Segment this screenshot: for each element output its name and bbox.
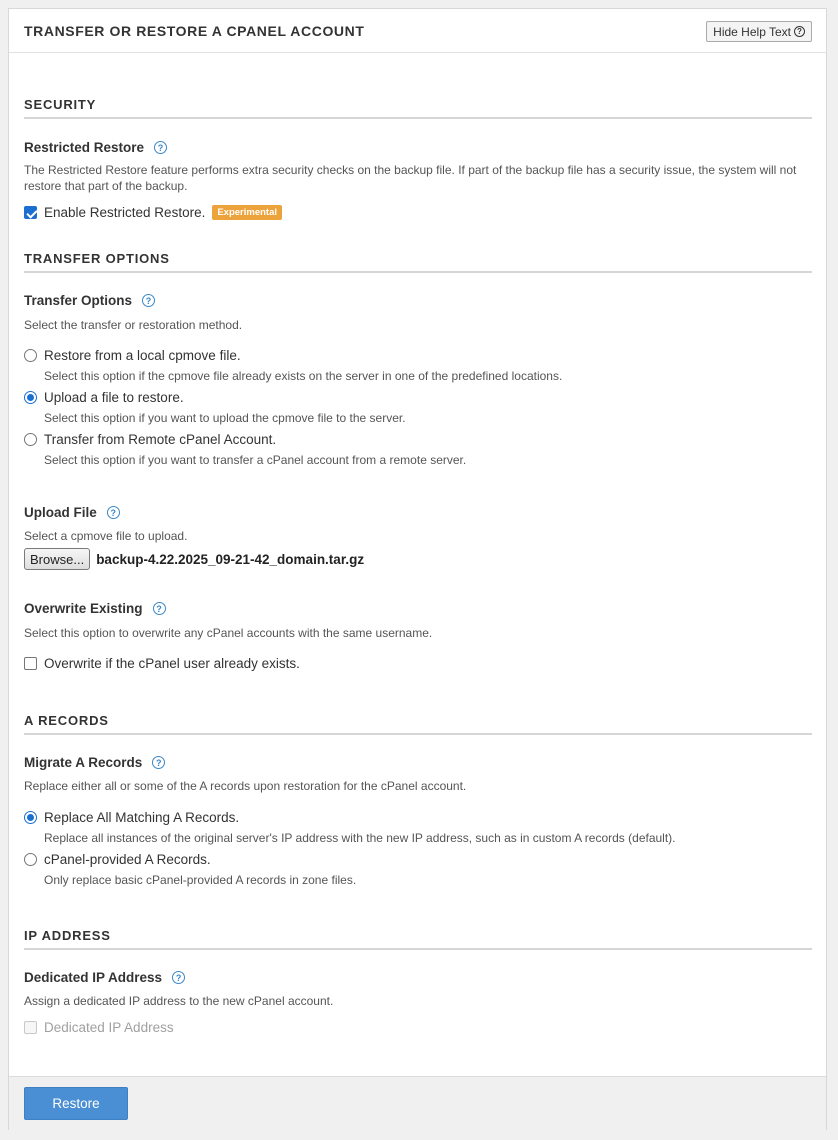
option-description: Select this option if the cpmove file al…: [44, 369, 563, 383]
restore-button[interactable]: Restore: [24, 1087, 128, 1120]
transfer-options-label-text: Transfer Options: [24, 293, 133, 308]
overwrite-existing-label-text: Overwrite Existing: [24, 601, 143, 616]
dedicated-ip-option: Dedicated IP Address: [24, 1020, 174, 1035]
help-icon[interactable]: ?: [172, 971, 186, 984]
restricted-restore-label-text: Restricted Restore: [24, 140, 145, 155]
selected-file-name: backup-4.22.2025_09-21-42_domain.tar.gz: [96, 551, 365, 567]
overwrite-existing-help: Select this option to overwrite any cPan…: [24, 626, 433, 640]
panel-header: TRANSFER OR RESTORE A CPANEL ACCOUNT Hid…: [9, 9, 826, 53]
section-security: SECURITY: [24, 97, 812, 119]
option-label[interactable]: Replace All Matching A Records.: [44, 810, 239, 825]
help-icon[interactable]: ?: [152, 756, 166, 769]
option-label[interactable]: Transfer from Remote cPanel Account.: [44, 432, 276, 447]
radio-replace-all[interactable]: [24, 811, 37, 824]
transfer-option-upload[interactable]: Upload a file to restore.: [24, 390, 184, 405]
enable-restricted-restore-checkbox[interactable]: [24, 206, 37, 219]
radio-cpanel-provided[interactable]: [24, 853, 37, 866]
section-ip-address: IP ADDRESS: [24, 928, 812, 950]
browse-button[interactable]: Browse...: [24, 548, 91, 570]
transfer-option-remote[interactable]: Transfer from Remote cPanel Account.: [24, 432, 276, 447]
option-description: Select this option if you want to transf…: [44, 453, 467, 467]
hide-help-text-label: Hide Help Text: [713, 24, 791, 39]
option-label[interactable]: Upload a file to restore.: [44, 390, 184, 405]
enable-restricted-restore-label[interactable]: Enable Restricted Restore.: [44, 205, 205, 220]
help-icon[interactable]: ?: [106, 506, 120, 519]
transfer-options-label: Transfer Options ?: [24, 293, 156, 308]
page-title: TRANSFER OR RESTORE A CPANEL ACCOUNT: [24, 23, 365, 39]
overwrite-existing-label: Overwrite Existing ?: [24, 601, 166, 616]
overwrite-option[interactable]: Overwrite if the cPanel user already exi…: [24, 656, 300, 671]
transfer-option-local-cpmove[interactable]: Restore from a local cpmove file.: [24, 348, 241, 363]
experimental-badge: Experimental: [212, 205, 282, 220]
option-description: Only replace basic cPanel-provided A rec…: [44, 873, 357, 887]
option-label[interactable]: cPanel-provided A Records.: [44, 852, 211, 867]
option-label[interactable]: Restore from a local cpmove file.: [44, 348, 241, 363]
transfer-restore-panel: TRANSFER OR RESTORE A CPANEL ACCOUNT Hid…: [8, 8, 827, 1130]
migrate-a-records-label: Migrate A Records ?: [24, 755, 166, 770]
dedicated-ip-label-text: Dedicated IP Address: [24, 970, 163, 985]
form-footer: Restore: [9, 1076, 826, 1130]
radio-remote[interactable]: [24, 433, 37, 446]
option-description: Select this option if you want to upload…: [44, 411, 406, 425]
upload-file-label-text: Upload File: [24, 505, 97, 520]
enable-restricted-restore-option[interactable]: Enable Restricted Restore. Experimental: [24, 205, 282, 220]
section-transfer-options: TRANSFER OPTIONS: [24, 251, 812, 273]
upload-file-label: Upload File ?: [24, 505, 120, 520]
radio-upload[interactable]: [24, 391, 37, 404]
upload-file-help: Select a cpmove file to upload.: [24, 529, 188, 543]
radio-local-cpmove[interactable]: [24, 349, 37, 362]
option-description: Replace all instances of the original se…: [44, 831, 676, 845]
help-icon[interactable]: ?: [154, 141, 168, 154]
transfer-options-help: Select the transfer or restoration metho…: [24, 318, 243, 332]
question-circle-icon: ?: [794, 26, 805, 37]
restricted-restore-help: The Restricted Restore feature performs …: [24, 163, 797, 193]
a-records-option-replace-all[interactable]: Replace All Matching A Records.: [24, 810, 239, 825]
hide-help-text-button[interactable]: Hide Help Text ?: [706, 21, 812, 42]
dedicated-ip-checkbox-label: Dedicated IP Address: [44, 1020, 174, 1035]
overwrite-checkbox[interactable]: [24, 657, 37, 670]
overwrite-checkbox-label[interactable]: Overwrite if the cPanel user already exi…: [44, 656, 300, 671]
help-icon[interactable]: ?: [142, 294, 156, 307]
section-a-records: A RECORDS: [24, 713, 812, 735]
help-icon[interactable]: ?: [152, 602, 166, 615]
dedicated-ip-help: Assign a dedicated IP address to the new…: [24, 994, 334, 1008]
dedicated-ip-label: Dedicated IP Address ?: [24, 970, 186, 985]
migrate-a-records-help: Replace either all or some of the A reco…: [24, 779, 467, 793]
file-input: Browse... backup-4.22.2025_09-21-42_doma…: [24, 548, 364, 570]
dedicated-ip-checkbox: [24, 1021, 37, 1034]
a-records-option-cpanel-provided[interactable]: cPanel-provided A Records.: [24, 852, 211, 867]
restricted-restore-label: Restricted Restore ?: [24, 140, 168, 155]
migrate-a-records-label-text: Migrate A Records: [24, 755, 143, 770]
